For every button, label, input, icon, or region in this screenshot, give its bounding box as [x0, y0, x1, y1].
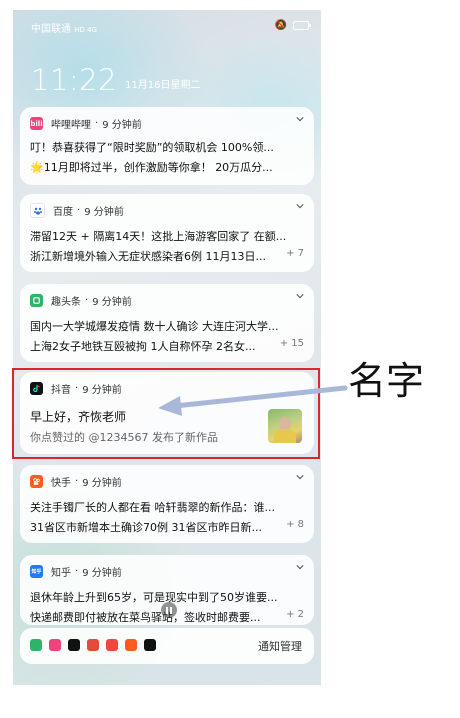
notification-line: 浙江新增境外输入无症状感染者6例 11月13日... + 7 — [30, 248, 304, 263]
douyin-icon[interactable] — [144, 639, 156, 651]
bilibili-icon: bili — [30, 117, 43, 130]
notification-line: 31省区市新增本土确诊70例 31省区市昨日新... + 8 — [30, 519, 304, 534]
clock-date: 11月16日星期二 — [125, 80, 201, 91]
manage-notifications-button[interactable]: 通知管理 — [258, 638, 302, 654]
chevron-down-icon[interactable] — [296, 115, 304, 123]
phone-screen: 中国联通 HD 4G 🔕 11:22 11月16日星期二 bili 哔哩哔哩 ·… — [13, 10, 321, 685]
zhihu-icon: 知乎 — [30, 565, 43, 578]
lock-clock: 11:22 11月16日星期二 — [31, 65, 201, 95]
qutoutiao-icon[interactable] — [30, 639, 42, 651]
arrow-icon — [158, 385, 348, 416]
clock-time: 11:22 — [31, 63, 118, 97]
time-ago: 9 分钟前 — [82, 568, 122, 579]
app-icon[interactable] — [106, 639, 118, 651]
notification-line: 关注手镯厂长的人都在看 哈轩翡翠的新作品：谁... — [30, 501, 275, 514]
chevron-down-icon[interactable] — [296, 202, 304, 210]
app-name: 快手 — [51, 478, 71, 489]
time-ago: 9 分钟前 — [84, 207, 124, 218]
notification-card-bilibili[interactable]: bili 哔哩哔哩 · 9 分钟前 叮！恭喜获得了“限时奖励”的领取机会 100… — [20, 107, 314, 185]
mute-icon: 🔕 — [274, 20, 287, 31]
notification-card-qutoutiao[interactable]: 趣头条 · 9 分钟前 国内一大学城爆发疫情 数十人确诊 大连庄河大学... 上… — [20, 284, 314, 362]
app-name: 哔哩哔哩 — [51, 120, 91, 131]
chevron-down-icon[interactable] — [296, 563, 304, 571]
status-bar: 中国联通 HD 4G 🔕 — [31, 20, 311, 35]
notification-dock: 通知管理 — [20, 628, 314, 664]
chevron-down-icon[interactable] — [296, 292, 304, 300]
notification-card-kuaishou[interactable]: 快手 · 9 分钟前 关注手镯厂长的人都在看 哈轩翡翠的新作品：谁... 31省… — [20, 465, 314, 543]
chevron-down-icon[interactable] — [296, 473, 304, 481]
notification-line: 🌟11月即将过半，创作激励等你拿！ 20万瓜分... — [30, 161, 273, 174]
notification-line: 叮！恭喜获得了“限时奖励”的领取机会 100%领... — [30, 141, 274, 154]
annotation-label: 名字 — [348, 359, 425, 403]
pause-icon[interactable] — [161, 602, 177, 618]
qutoutiao-icon — [30, 294, 43, 307]
app-name: 知乎 — [51, 568, 71, 579]
kuaishou-icon[interactable] — [125, 639, 137, 651]
baidu-paw-icon — [30, 203, 45, 218]
notification-line: 上海2女子地铁互殴被拘 1人自称怀孕 2名女... + 15 — [30, 338, 304, 353]
app-name: 趣头条 — [51, 297, 81, 308]
time-ago: 9 分钟前 — [82, 478, 122, 489]
time-ago: 9 分钟前 — [102, 120, 142, 131]
kuaishou-icon — [30, 475, 43, 488]
notification-line: 滞留12天 + 隔离14天！这批上海游客回家了 在额... — [30, 230, 287, 243]
app-icon[interactable] — [87, 639, 99, 651]
app-name: 百度 — [53, 207, 73, 218]
notification-line: 国内一大学城爆发疫情 数十人确诊 大连庄河大学... — [30, 320, 279, 333]
time-ago: 9 分钟前 — [92, 297, 132, 308]
battery-icon — [293, 21, 311, 30]
bilibili-icon[interactable] — [49, 639, 61, 651]
app-icon-row — [30, 639, 156, 651]
douyin-icon[interactable] — [68, 639, 80, 651]
notification-card-baidu[interactable]: 百度 · 9 分钟前 滞留12天 + 隔离14天！这批上海游客回家了 在额...… — [20, 194, 314, 272]
carrier-label: 中国联通 HD 4G — [31, 24, 97, 35]
